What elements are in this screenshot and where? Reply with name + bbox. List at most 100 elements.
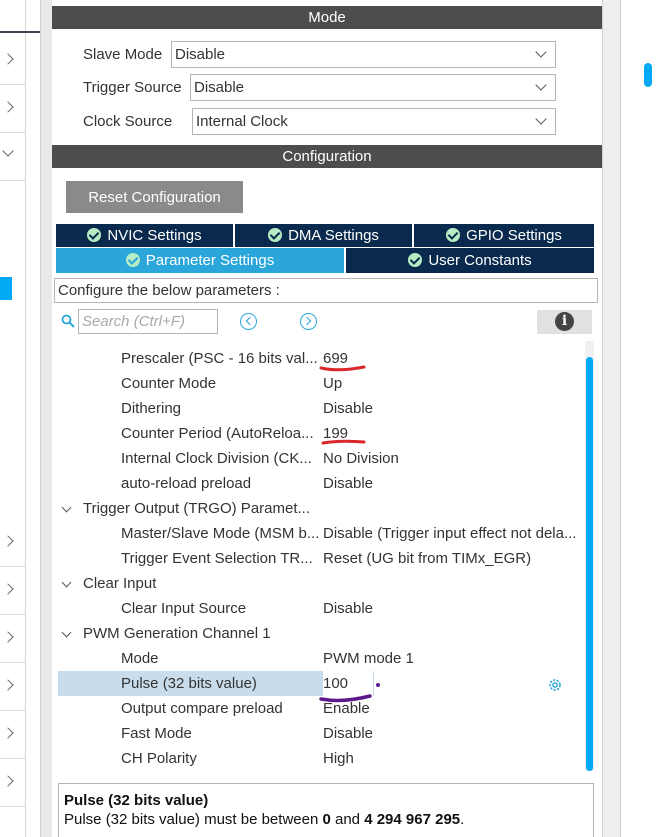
param-name: Pulse (32 bits value) — [121, 675, 257, 692]
left-row[interactable] — [0, 519, 26, 567]
param-value[interactable]: Disable (Trigger input effect not dela..… — [323, 521, 582, 546]
param-value[interactable]: Disable — [323, 721, 582, 746]
left-row[interactable] — [0, 37, 26, 85]
left-row[interactable] — [0, 759, 26, 807]
param-row-clear-input-source[interactable]: Clear Input Source Disable — [56, 596, 582, 621]
slave-mode-value: Disable — [175, 46, 226, 63]
scrollbar-thumb[interactable] — [586, 357, 593, 771]
param-name: Counter Mode — [121, 375, 217, 392]
group-name: Clear Input — [83, 575, 157, 592]
left-row[interactable] — [0, 85, 26, 133]
tab-label: NVIC Settings — [107, 227, 202, 244]
left-selection-marker — [0, 277, 12, 300]
param-value[interactable]: Up — [323, 371, 582, 396]
chevron-right-icon — [2, 775, 14, 787]
mode-panel: Slave Mode Disable Trigger Source Disabl… — [52, 29, 652, 135]
description-text: Pulse (32 bits value) must be between — [64, 811, 323, 828]
param-row-master-slave[interactable]: Master/Slave Mode (MSM b... Disable (Tri… — [56, 521, 582, 546]
param-row-counter-period[interactable]: Counter Period (AutoReloa... 199 — [56, 421, 582, 446]
param-name: Prescaler (PSC - 16 bits val... — [121, 350, 318, 367]
parameter-scrollbar[interactable] — [585, 341, 594, 771]
check-circle-icon — [268, 228, 283, 242]
check-circle-icon — [125, 253, 140, 267]
gear-icon[interactable] — [547, 677, 563, 693]
tab-label: User Constants — [428, 252, 532, 269]
parameter-list: Prescaler (PSC - 16 bits val... 699 Coun… — [56, 340, 582, 772]
mode-scrollbar[interactable] — [644, 63, 652, 87]
tab-label: DMA Settings — [288, 227, 379, 244]
chevron-right-icon — [2, 101, 14, 113]
tab-label: Parameter Settings — [145, 252, 275, 269]
tab-parameter-settings[interactable]: Parameter Settings — [56, 248, 345, 273]
check-circle-icon — [446, 228, 461, 242]
group-name: PWM Generation Channel 1 — [83, 625, 271, 642]
left-panel — [0, 0, 26, 837]
search-input[interactable] — [78, 309, 218, 334]
param-value[interactable]: PWM mode 1 — [323, 646, 582, 671]
search-next-icon[interactable] — [300, 313, 317, 330]
slave-mode-label: Slave Mode — [83, 46, 163, 63]
param-name: Internal Clock Division (CK... — [121, 450, 312, 467]
param-value[interactable]: Disable — [323, 596, 582, 621]
left-row[interactable] — [0, 615, 26, 663]
clock-source-select[interactable]: Internal Clock — [192, 108, 556, 135]
param-row-fast-mode[interactable]: Fast Mode Disable — [56, 721, 582, 746]
trigger-source-row: Trigger Source Disable — [52, 74, 592, 102]
left-row[interactable] — [0, 663, 26, 711]
search-icon — [61, 314, 75, 328]
param-value[interactable]: No Division — [323, 446, 582, 471]
param-name: Dithering — [121, 400, 182, 417]
param-name: Counter Period (AutoReloa... — [121, 425, 314, 442]
param-name: Mode — [121, 650, 159, 667]
param-row-dithering[interactable]: Dithering Disable — [56, 396, 582, 421]
trigger-source-label: Trigger Source — [83, 79, 182, 96]
configure-instructions: Configure the below parameters : — [54, 278, 598, 303]
splitter-right[interactable] — [602, 0, 620, 837]
purple-underline-annotation — [319, 683, 380, 703]
splitter-left[interactable] — [40, 0, 52, 837]
slave-mode-row: Slave Mode Disable — [52, 41, 592, 69]
chevron-right-icon — [2, 583, 14, 595]
chevron-right-icon — [2, 679, 14, 691]
description-text: . — [460, 811, 465, 828]
param-value[interactable]: High — [323, 746, 582, 771]
param-row-clock-division[interactable]: Internal Clock Division (CK... No Divisi… — [56, 446, 582, 471]
group-trigger-output[interactable]: Trigger Output (TRGO) Paramet... — [56, 496, 582, 521]
param-row-counter-mode[interactable]: Counter Mode Up — [56, 371, 582, 396]
info-icon: i — [555, 312, 574, 331]
chevron-right-icon — [2, 727, 14, 739]
tab-nvic-settings[interactable]: NVIC Settings — [56, 224, 234, 247]
search-previous-icon[interactable] — [240, 313, 257, 330]
param-row-ch-polarity[interactable]: CH Polarity High — [56, 746, 582, 771]
left-row[interactable] — [0, 711, 26, 759]
param-name: Trigger Event Selection TR... — [121, 550, 313, 567]
param-name: CH Polarity — [121, 750, 197, 767]
chevron-down-icon — [535, 79, 547, 91]
trigger-source-value: Disable — [194, 79, 245, 96]
param-value[interactable]: Disable — [323, 396, 582, 421]
param-row-auto-reload[interactable]: auto-reload preload Disable — [56, 471, 582, 496]
tab-dma-settings[interactable]: DMA Settings — [235, 224, 413, 247]
param-value[interactable]: Reset (UG bit from TIMx_EGR) — [323, 546, 582, 571]
group-pwm-channel-1[interactable]: PWM Generation Channel 1 — [56, 621, 582, 646]
info-button[interactable]: i — [537, 310, 592, 334]
slave-mode-select[interactable]: Disable — [171, 41, 556, 68]
param-row-trigger-event[interactable]: Trigger Event Selection TR... Reset (UG … — [56, 546, 582, 571]
tab-gpio-settings[interactable]: GPIO Settings — [414, 224, 594, 247]
red-underline-annotation — [321, 439, 366, 445]
param-name: Fast Mode — [121, 725, 192, 742]
left-divider — [0, 31, 40, 33]
description-max: 4 294 967 295 — [364, 811, 461, 828]
param-value[interactable]: Disable — [323, 471, 582, 496]
description-min: 0 — [322, 811, 331, 828]
mode-header: Mode — [52, 6, 602, 29]
trigger-source-select[interactable]: Disable — [190, 74, 556, 101]
left-row[interactable] — [0, 567, 26, 615]
group-clear-input[interactable]: Clear Input — [56, 571, 582, 596]
reset-configuration-button[interactable]: Reset Configuration — [66, 181, 243, 213]
param-name: Output compare preload — [121, 700, 283, 717]
param-row-mode[interactable]: Mode PWM mode 1 — [56, 646, 582, 671]
check-circle-icon — [408, 253, 423, 267]
left-row[interactable] — [0, 133, 26, 181]
tab-user-constants[interactable]: User Constants — [346, 248, 594, 273]
